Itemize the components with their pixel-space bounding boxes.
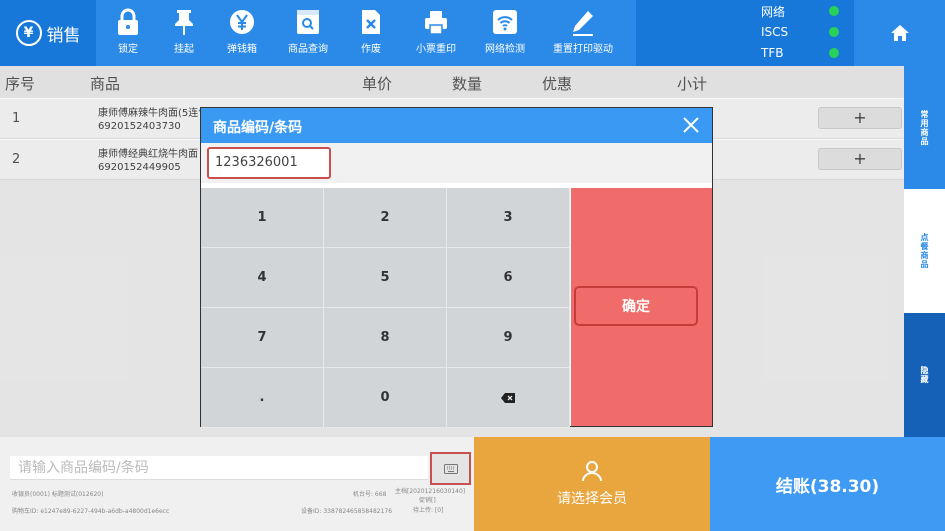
station-code-info: 主档[20201216030140] [395,488,466,495]
pin-icon [175,10,193,35]
void-button-label: 作废 [361,44,381,55]
product-code-dialog: 商品编码/条码 1236326001 1 2 3 4 5 6 7 8 9 . 0… [200,107,713,428]
barcode-input[interactable]: 1236326001 [207,147,331,179]
key-5[interactable]: 5 [324,248,447,308]
reprint-receipt-button[interactable]: 小票重印 [404,8,468,55]
status-tfb-label: TFB [761,46,784,60]
status-iscs-label: ISCS [761,25,789,39]
app-brand: ¥ 销售 [0,0,96,66]
tab-hide[interactable]: 隐藏 [904,313,945,437]
tab-common-products-label: 常用商品 [920,109,929,146]
key-8[interactable]: 8 [324,308,447,368]
printer-icon [425,11,447,35]
yen-circle-icon: ¥ [15,20,42,46]
network-check-button[interactable]: 网络检测 [473,8,537,55]
dialog-header: 商品编码/条码 [201,108,712,143]
reset-print-driver-button[interactable]: 重置打印驱动 [551,8,615,55]
key-7[interactable]: 7 [201,308,324,368]
close-icon[interactable] [682,116,700,134]
backspace-key[interactable] [447,368,570,428]
home-icon [890,25,909,41]
hold-button-label: 挂起 [174,44,194,55]
bottom-input-panel: 请输入商品编码/条码 收银员(0001) 标题测试(012620) 购物车ID:… [0,437,474,531]
lock-button-label: 锁定 [118,44,138,55]
key-2[interactable]: 2 [324,188,447,248]
status-network-label: 网络 [761,4,786,19]
key-0[interactable]: 0 [324,368,447,428]
product-search-icon [297,10,319,34]
status-tfb-indicator [829,48,839,58]
status-iscs-indicator [829,27,839,37]
numeric-keypad: 1 2 3 4 5 6 7 8 9 . 0 [201,188,571,428]
select-member-label: 请选择会员 [557,491,627,507]
device-id-info: 设备ID: 338782465858482176 [301,508,393,515]
void-button[interactable]: 作废 [339,8,403,55]
promo-info: 促销[] [419,497,436,504]
tab-order-products[interactable]: 点餐商品 [904,189,945,313]
product-code-input[interactable]: 请输入商品编码/条码 [10,456,428,480]
pending-upload-info: 待上传: [0] [413,507,444,514]
lock-icon [118,8,138,35]
confirm-panel[interactable]: 确定 [571,188,712,426]
keyboard-button[interactable] [430,452,471,485]
key-4[interactable]: 4 [201,248,324,308]
reprint-receipt-button-label: 小票重印 [416,44,456,55]
status-network-indicator [829,6,839,16]
status-panel: 网络 ISCS TFB [750,0,854,66]
backspace-icon [501,392,515,403]
cart-id-info: 购物车ID: e1247e89-6227-494b-a6db-a4800d1e6… [12,508,170,515]
side-tabs: 常用商品 点餐商品 隐藏 [904,66,945,437]
select-member-button[interactable]: 请选择会员 [474,437,710,531]
key-9[interactable]: 9 [447,308,570,368]
cashier-info: 收银员(0001) 标题测试(012620) [12,491,104,498]
cash-drawer-button[interactable]: 弹钱箱 [210,8,274,55]
yen-icon [230,10,254,34]
product-query-button-label: 商品查询 [288,44,328,55]
status-tfb: TFB [761,43,851,63]
terminal-info: 机台号: 668 [353,491,387,498]
key-1[interactable]: 1 [201,188,324,248]
user-icon [582,461,602,482]
confirm-button[interactable]: 确定 [574,286,698,326]
tab-common-products[interactable]: 常用商品 [904,66,945,189]
key-6[interactable]: 6 [447,248,570,308]
top-bar: ¥ 销售 锁定 挂起 弹钱箱 商品查询 作废 小票重印 网络检测 重置打印驱动 … [0,0,945,66]
key-3[interactable]: 3 [447,188,570,248]
cash-drawer-button-label: 弹钱箱 [227,44,257,55]
wifi-icon [493,10,517,34]
toolbar: 锁定 挂起 弹钱箱 商品查询 作废 小票重印 网络检测 重置打印驱动 [96,0,636,66]
void-document-icon [362,10,380,34]
tab-hide-label: 隐藏 [920,366,929,384]
network-check-button-label: 网络检测 [485,44,525,55]
code-input-row: 1236326001 [201,143,712,183]
app-title: 销售 [46,25,81,46]
dialog-title: 商品编码/条码 [213,120,303,136]
checkout-button[interactable]: 结账(38.30) [710,437,945,531]
status-iscs: ISCS [761,22,851,42]
product-query-button[interactable]: 商品查询 [276,8,340,55]
home-button[interactable] [854,0,945,66]
lock-button[interactable]: 锁定 [96,8,160,55]
tab-order-products-label: 点餐商品 [920,233,929,269]
hold-button[interactable]: 挂起 [152,8,216,55]
reset-print-driver-button-label: 重置打印驱动 [553,44,613,55]
status-network: 网络 [761,1,851,21]
keyboard-icon [443,463,458,474]
key-dot[interactable]: . [201,368,324,428]
pen-icon [573,11,593,36]
